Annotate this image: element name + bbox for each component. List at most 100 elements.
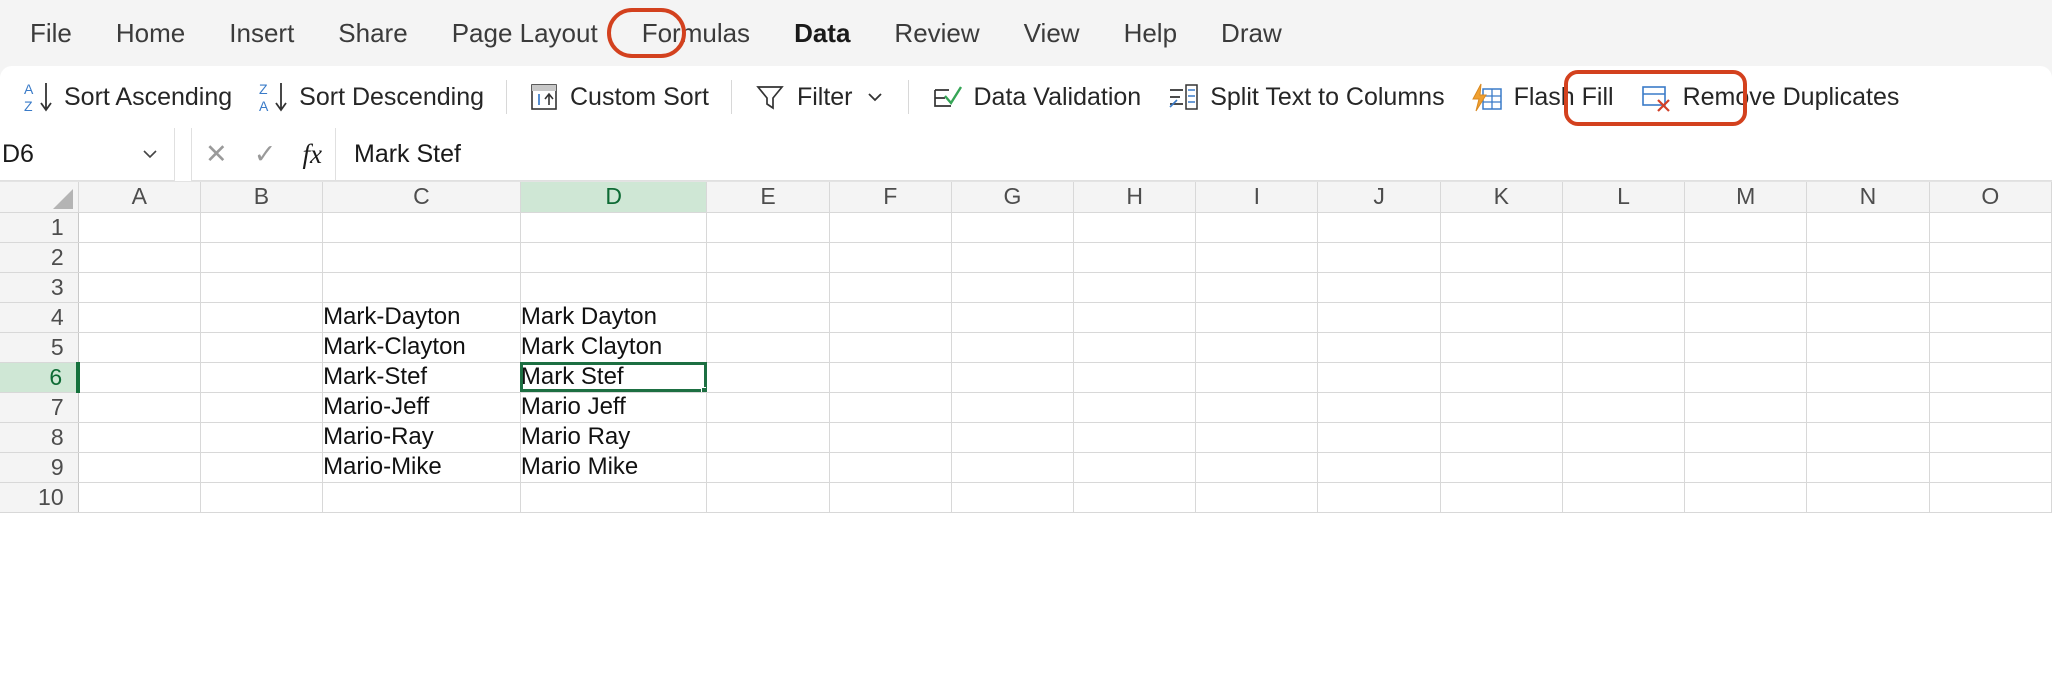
cell-M7[interactable] [1684,392,1808,423]
name-box[interactable]: D6 [0,128,175,181]
menu-item-data[interactable]: Data [772,12,872,55]
cell-E8[interactable] [706,422,830,453]
cell-N7[interactable] [1806,392,1930,423]
cell-C9[interactable]: Mario-Mike [322,452,521,483]
cell-F8[interactable] [829,422,952,453]
custom-sort-button[interactable]: Custom Sort [516,75,722,119]
cell-L3[interactable] [1562,272,1686,303]
cell-A5[interactable] [78,332,201,363]
cell-H6[interactable] [1073,362,1197,393]
menu-item-file[interactable]: File [8,12,94,55]
spreadsheet-grid[interactable]: ABCDEFGHIJKLMNO 1 2 3 4 Mark-Dayton Mark Dayt… [0,182,2052,692]
column-header-I[interactable]: I [1195,182,1319,213]
cell-G1[interactable] [951,212,1075,243]
cell-G7[interactable] [951,392,1075,423]
cell-I5[interactable] [1195,332,1319,363]
cell-O8[interactable] [1929,422,2052,453]
cell-H3[interactable] [1073,272,1197,303]
cell-F3[interactable] [829,272,952,303]
cell-M2[interactable] [1684,242,1808,273]
cell-E5[interactable] [706,332,830,363]
cell-B5[interactable] [200,332,324,363]
cell-F2[interactable] [829,242,952,273]
cell-D8[interactable]: Mario Ray [520,422,708,453]
column-header-D[interactable]: D [520,182,708,213]
cell-H8[interactable] [1073,422,1197,453]
chevron-down-icon[interactable] [140,144,160,164]
cell-H1[interactable] [1073,212,1197,243]
cell-M4[interactable] [1684,302,1808,333]
menu-item-help[interactable]: Help [1102,12,1199,55]
cell-H7[interactable] [1073,392,1197,423]
cell-N4[interactable] [1806,302,1930,333]
row-header-9[interactable]: 9 [0,452,79,483]
cell-J10[interactable] [1317,482,1441,513]
filter-button[interactable]: Filter [741,76,899,118]
cell-D2[interactable] [520,242,708,273]
row-header-3[interactable]: 3 [0,272,79,303]
cell-N3[interactable] [1806,272,1930,303]
cell-O4[interactable] [1929,302,2052,333]
menu-item-insert[interactable]: Insert [207,12,316,55]
cell-L2[interactable] [1562,242,1686,273]
cell-I1[interactable] [1195,212,1319,243]
cell-C4[interactable]: Mark-Dayton [322,302,521,333]
cell-J5[interactable] [1317,332,1441,363]
column-header-K[interactable]: K [1440,182,1563,213]
fill-handle[interactable] [701,386,706,391]
menu-item-view[interactable]: View [1002,12,1102,55]
cell-A8[interactable] [78,422,201,453]
cell-G10[interactable] [951,482,1075,513]
cell-H2[interactable] [1073,242,1197,273]
data-validation-button[interactable]: Data Validation [918,76,1155,118]
cell-J9[interactable] [1317,452,1441,483]
cell-K10[interactable] [1440,482,1563,513]
cell-D3[interactable] [520,272,708,303]
cell-B1[interactable] [200,212,324,243]
row-header-8[interactable]: 8 [0,422,79,453]
cell-D10[interactable] [520,482,708,513]
menu-item-share[interactable]: Share [316,12,429,55]
cell-J4[interactable] [1317,302,1441,333]
cell-L7[interactable] [1562,392,1686,423]
cell-C3[interactable] [322,272,521,303]
cell-B3[interactable] [200,272,324,303]
cell-A6[interactable] [78,362,201,393]
column-header-J[interactable]: J [1317,182,1441,213]
cell-L1[interactable] [1562,212,1686,243]
cell-I3[interactable] [1195,272,1319,303]
cell-B10[interactable] [200,482,324,513]
cell-C1[interactable] [322,212,521,243]
cell-O3[interactable] [1929,272,2052,303]
cell-K1[interactable] [1440,212,1563,243]
fx-icon[interactable]: fx [302,139,322,170]
cell-E7[interactable] [706,392,830,423]
cell-C2[interactable] [322,242,521,273]
cell-L6[interactable] [1562,362,1686,393]
cell-I7[interactable] [1195,392,1319,423]
cell-A2[interactable] [78,242,201,273]
cell-M8[interactable] [1684,422,1808,453]
cell-M1[interactable] [1684,212,1808,243]
cell-E6[interactable] [706,362,830,393]
cell-C8[interactable]: Mario-Ray [322,422,521,453]
cell-J3[interactable] [1317,272,1441,303]
cell-I10[interactable] [1195,482,1319,513]
column-header-F[interactable]: F [829,182,952,213]
sort-ascending-button[interactable]: A Z Sort Ascending [10,74,245,120]
row-header-5[interactable]: 5 [0,332,79,363]
cell-K9[interactable] [1440,452,1563,483]
cell-A9[interactable] [78,452,201,483]
cell-O2[interactable] [1929,242,2052,273]
cell-J7[interactable] [1317,392,1441,423]
cell-A3[interactable] [78,272,201,303]
cell-A4[interactable] [78,302,201,333]
cell-F7[interactable] [829,392,952,423]
cell-C7[interactable]: Mario-Jeff [322,392,521,423]
cell-A1[interactable] [78,212,201,243]
chevron-down-icon[interactable] [864,86,886,108]
column-header-H[interactable]: H [1073,182,1197,213]
cell-G2[interactable] [951,242,1075,273]
cell-K5[interactable] [1440,332,1563,363]
cell-H4[interactable] [1073,302,1197,333]
